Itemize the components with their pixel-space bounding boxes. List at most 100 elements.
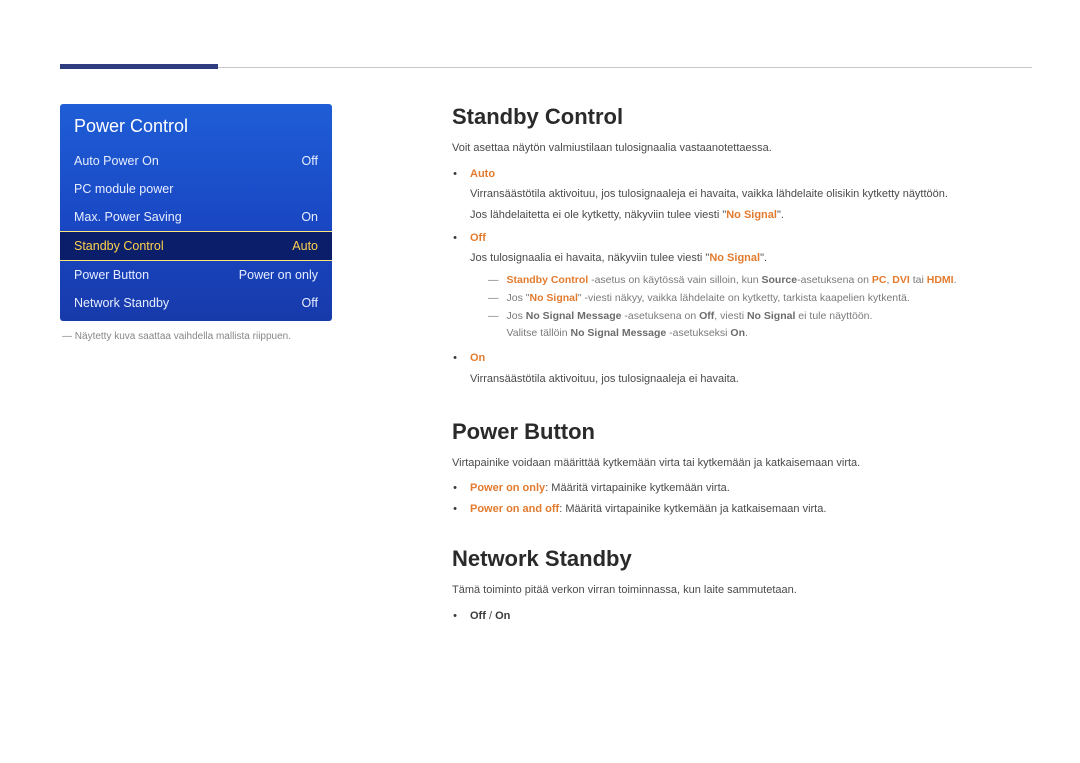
note-body: Jos No Signal Message -asetuksena on Off… (507, 308, 1033, 344)
note-dash-icon: ― (488, 308, 499, 344)
bullet-body: Off Jos tulosignaalia ei havaita, näkyvi… (470, 230, 1032, 348)
text: -asetukseksi (666, 327, 730, 339)
osd-footnote: Näytetty kuva saattaa vaihdella mallista… (62, 331, 396, 342)
text: -asetus on käytössä vain silloin, kun (588, 274, 761, 286)
osd-item-pc-module-power[interactable]: PC module power (60, 175, 332, 203)
text: DVI (892, 274, 910, 286)
bullet-list: • Off / On (452, 608, 1032, 626)
bullet-mark: • (452, 480, 458, 498)
bullet-on: • On Virransäästötila aktivoituu, jos tu… (452, 350, 1032, 390)
bullet-label: Off (470, 232, 486, 244)
header-accent (60, 64, 218, 69)
osd-item-label: Power Button (74, 268, 149, 282)
text: No Signal Message (526, 310, 622, 322)
bullet-subline: Virransäästötila aktivoituu, jos tulosig… (470, 185, 1032, 204)
bullet-subline: Jos tulosignaalia ei havaita, näkyviin t… (470, 249, 1032, 268)
osd-title: Power Control (60, 104, 332, 147)
bullet-mark: • (452, 501, 458, 519)
text: . (954, 274, 957, 286)
osd-item-standby-control[interactable]: Standby Control Auto (60, 231, 332, 261)
section-lead: Tämä toiminto pitää verkon virran toimin… (452, 582, 1032, 600)
bullet-subline: Jos lähdelaitetta ei ole kytketty, näkyv… (470, 206, 1032, 225)
highlight-no-signal: No Signal (709, 252, 760, 264)
bullet-mark: • (452, 350, 458, 390)
osd-item-auto-power-on[interactable]: Auto Power On Off (60, 147, 332, 175)
section-title: Standby Control (452, 104, 1032, 130)
osd-item-value: Auto (292, 239, 318, 253)
osd-item-value: Off (302, 154, 318, 168)
osd-item-power-button[interactable]: Power Button Power on only (60, 261, 332, 289)
text: No Signal (529, 292, 577, 304)
note-line: ― Jos "No Signal" -viesti näkyy, vaikka … (488, 290, 1032, 308)
text: Jos (507, 310, 526, 322)
text: tai (910, 274, 927, 286)
note-dash-icon: ― (488, 290, 499, 308)
text: Source (762, 274, 798, 286)
section-lead: Voit asettaa näytön valmiustilaan tulosi… (452, 140, 1032, 158)
section-network-standby: Network Standby Tämä toiminto pitää verk… (452, 546, 1032, 625)
osd-item-value: On (301, 210, 318, 224)
option-off: Off (470, 610, 486, 622)
text: PC (872, 274, 887, 286)
text: ei tule näyttöön. (795, 310, 872, 322)
bullet-off: • Off Jos tulosignaalia ei havaita, näky… (452, 230, 1032, 348)
option-on: On (495, 610, 510, 622)
text: Off (699, 310, 714, 322)
text: : Määritä virtapainike kytkemään ja katk… (559, 503, 826, 515)
bullet-label: On (470, 352, 485, 364)
text: No Signal Message (571, 327, 667, 339)
text: -asetuksena on (621, 310, 699, 322)
text: No Signal (747, 310, 795, 322)
text: . (745, 327, 748, 339)
osd-item-label: Network Standby (74, 296, 169, 310)
section-power-button: Power Button Virtapainike voidaan määrit… (452, 419, 1032, 519)
manual-page: Power Control Auto Power On Off PC modul… (0, 0, 1080, 693)
bullet-mark: • (452, 608, 458, 626)
bullet-power-on-and-off: • Power on and off: Määritä virtapainike… (452, 501, 1032, 519)
text: , viesti (714, 310, 747, 322)
osd-item-label: Auto Power On (74, 154, 159, 168)
left-column: Power Control Auto Power On Off PC modul… (60, 104, 396, 653)
osd-item-value: Power on only (239, 268, 318, 282)
bullet-subline: Virransäästötila aktivoituu, jos tulosig… (470, 370, 1032, 389)
text: : Määritä virtapainike kytkemään virta. (545, 482, 730, 494)
text: Standby Control (507, 274, 589, 286)
bullet-list: • Power on only: Määritä virtapainike ky… (452, 480, 1032, 518)
text: Jos " (507, 292, 530, 304)
osd-item-max-power-saving[interactable]: Max. Power Saving On (60, 203, 332, 231)
bullet-body: Power on only: Määritä virtapainike kytk… (470, 480, 1032, 498)
bullet-power-on-only: • Power on only: Määritä virtapainike ky… (452, 480, 1032, 498)
osd-item-network-standby[interactable]: Network Standby Off (60, 289, 332, 317)
text: / (486, 610, 495, 622)
note-line: ― Jos No Signal Message -asetuksena on O… (488, 308, 1032, 344)
bullet-auto: • Auto Virransäästötila aktivoituu, jos … (452, 166, 1032, 227)
highlight-no-signal: No Signal (726, 209, 777, 221)
bullet-body: Auto Virransäästötila aktivoituu, jos tu… (470, 166, 1032, 227)
note-dash-icon: ― (488, 272, 499, 290)
section-standby-control: Standby Control Voit asettaa näytön valm… (452, 104, 1032, 391)
note-line: ― Standby Control -asetus on käytössä va… (488, 272, 1032, 290)
right-column: Standby Control Voit asettaa näytön valm… (452, 104, 1032, 653)
osd-item-label: Max. Power Saving (74, 210, 182, 224)
note-group: ― Standby Control -asetus on käytössä va… (488, 272, 1032, 343)
section-title: Network Standby (452, 546, 1032, 572)
text: ". (777, 209, 784, 221)
text: Jos tulosignaalia ei havaita, näkyviin t… (470, 252, 709, 264)
bullet-label: Power on only (470, 482, 545, 494)
note-body: Jos "No Signal" -viesti näkyy, vaikka lä… (507, 290, 1033, 308)
osd-panel: Power Control Auto Power On Off PC modul… (60, 104, 332, 321)
bullet-body: Power on and off: Määritä virtapainike k… (470, 501, 1032, 519)
bullet-mark: • (452, 166, 458, 227)
bullet-label: Auto (470, 168, 495, 180)
two-column-layout: Power Control Auto Power On Off PC modul… (60, 104, 1032, 653)
section-lead: Virtapainike voidaan määrittää kytkemään… (452, 455, 1032, 473)
text: -asetuksena on (797, 274, 872, 286)
osd-item-label: Standby Control (74, 239, 164, 253)
bullet-label: Power on and off (470, 503, 559, 515)
note-body: Standby Control -asetus on käytössä vain… (507, 272, 1033, 290)
text: Valitse tällöin (507, 327, 571, 339)
text: Jos lähdelaitetta ei ole kytketty, näkyv… (470, 209, 726, 221)
section-title: Power Button (452, 419, 1032, 445)
text: On (730, 327, 745, 339)
bullet-body: Off / On (470, 608, 1032, 626)
